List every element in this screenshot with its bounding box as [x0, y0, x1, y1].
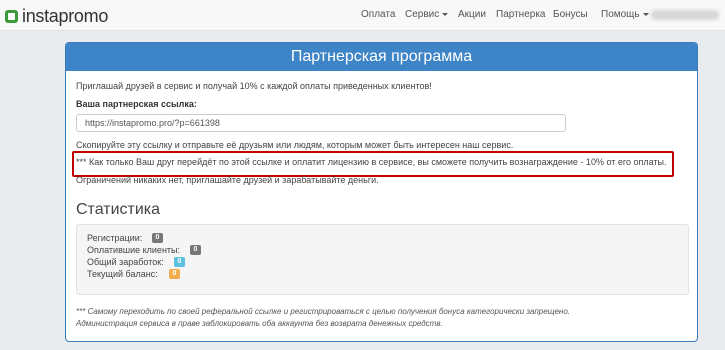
- stat-label-registrations: Регистрации:: [87, 233, 143, 243]
- brand-logo[interactable]: instapromo: [5, 5, 108, 27]
- stat-label-paid-clients: Оплатившие клиенты:: [87, 245, 181, 255]
- stat-badge-registrations: 0: [152, 233, 163, 243]
- reward-note-text: *** Как только Ваш друг перейдёт по этой…: [76, 157, 667, 167]
- statistics-heading: Статистика: [76, 201, 161, 218]
- intro-text: Приглашай друзей в сервис и получай 10% …: [76, 81, 432, 91]
- affiliate-link-input[interactable]: [76, 114, 566, 132]
- nav-item-service[interactable]: Сервис: [405, 9, 449, 20]
- affiliate-panel: Партнерская программа Приглашай друзей в…: [65, 42, 698, 342]
- nav-item-affiliate[interactable]: Партнерка: [496, 9, 545, 20]
- nav-item-promotions[interactable]: Акции: [458, 9, 486, 20]
- statistics-well: Регистрации: 0 Оплатившие клиенты: 0 Общ…: [76, 224, 689, 295]
- instapromo-logo-icon: [5, 9, 18, 23]
- nav-item-help[interactable]: Помощь: [601, 9, 649, 20]
- brand-name: instapromo: [22, 5, 109, 26]
- footer-note-2: Администрация сервиса в праве заблокиров…: [76, 319, 443, 328]
- top-navbar: instapromo Оплата Сервис Акции Партнерка…: [0, 0, 725, 31]
- affiliate-link-label: Ваша партнерская ссылка:: [76, 99, 197, 109]
- nav-item-payment[interactable]: Оплата: [361, 9, 395, 20]
- stat-label-current-balance: Текущий баланс:: [87, 269, 158, 279]
- chevron-down-icon: [442, 12, 449, 16]
- user-menu-blurred[interactable]: [651, 10, 719, 20]
- nav-item-help-label: Помощь: [601, 9, 640, 20]
- footer-note-1: *** Самому переходить по своей реферальн…: [76, 307, 570, 316]
- stat-badge-paid-clients: 0: [190, 245, 201, 255]
- nav-item-service-label: Сервис: [405, 9, 440, 20]
- copy-hint-text: Скопируйте эту ссылку и отправьте её дру…: [76, 140, 514, 150]
- limits-note-text: Ограничений никаких нет, приглашайте дру…: [76, 175, 379, 185]
- chevron-down-icon: [642, 12, 649, 16]
- nav-item-bonuses[interactable]: Бонусы: [553, 9, 588, 20]
- stat-badge-current-balance: 0: [169, 269, 180, 279]
- stat-label-total-earnings: Общий заработок:: [87, 257, 164, 267]
- page-title: Партнерская программа: [66, 43, 697, 71]
- stat-badge-total-earnings: 0: [174, 257, 185, 267]
